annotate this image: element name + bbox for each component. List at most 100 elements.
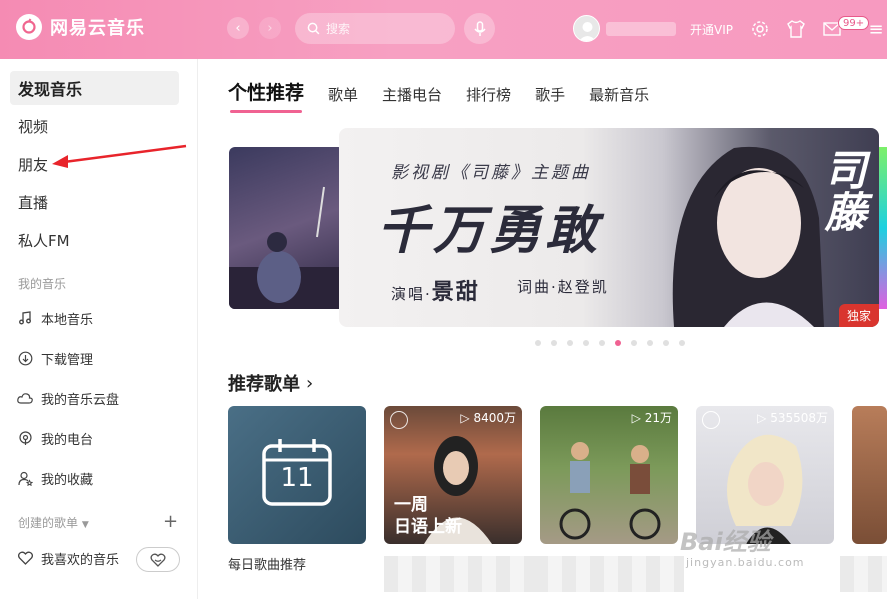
settings-button[interactable] bbox=[749, 18, 771, 40]
cloud-icon bbox=[16, 389, 34, 407]
created-playlists-heading[interactable]: 创建的歌单 ▼ bbox=[18, 514, 89, 531]
playlist-card-japanese[interactable]: ▷ 8400万 一周 日语上新 bbox=[384, 406, 522, 544]
sidebar-item-local-music[interactable]: 本地音乐 bbox=[16, 305, 93, 331]
play-count: ▷ 535508万 bbox=[757, 411, 828, 425]
sidebar-item-label: 我的音乐云盘 bbox=[41, 392, 120, 408]
vip-link[interactable]: 开通VIP bbox=[690, 21, 733, 38]
singer-prefix: 演唱· bbox=[391, 285, 432, 303]
sidebar-item-favorites[interactable]: 我喜欢的音乐 bbox=[16, 545, 119, 571]
heart-mode-icon bbox=[150, 553, 166, 567]
carousel-banner[interactable]: 影视剧《司藤》主题曲 千万勇敢 演唱·景甜 词曲·赵登凯 司藤 独家 bbox=[339, 128, 879, 327]
forward-button[interactable]: › bbox=[259, 17, 281, 39]
radio-icon bbox=[16, 429, 34, 447]
sidebar-item-label: 我喜欢的音乐 bbox=[41, 552, 120, 568]
banner-singer: 演唱·景甜 bbox=[391, 274, 480, 306]
sidebar-item-radio[interactable]: 我的电台 bbox=[16, 425, 93, 451]
sidebar-item-label: 下载管理 bbox=[41, 352, 94, 368]
carousel-dot[interactable] bbox=[631, 340, 637, 346]
heart-icon bbox=[16, 549, 34, 567]
sidebar-item-label: 我的收藏 bbox=[41, 472, 94, 488]
exclusive-badge: 独家 bbox=[838, 304, 879, 327]
tab-new-music[interactable]: 最新音乐 bbox=[589, 84, 649, 105]
my-music-heading: 我的音乐 bbox=[18, 277, 67, 291]
cover-overlay-text: 一周 日语上新 bbox=[394, 495, 462, 537]
playlist-card-3[interactable]: ▷ 21万 bbox=[540, 406, 678, 544]
chevron-right-icon: › bbox=[306, 372, 314, 394]
play-count: ▷ 21万 bbox=[631, 411, 672, 425]
app-logo[interactable]: 网易云音乐 bbox=[16, 14, 145, 40]
search-input[interactable] bbox=[326, 21, 436, 36]
download-icon bbox=[16, 349, 34, 367]
user-avatar[interactable] bbox=[573, 15, 600, 42]
playlist-title[interactable]: 每日歌曲推荐 bbox=[228, 554, 306, 573]
calendar-day: 11 bbox=[280, 463, 314, 493]
singer-name: 景甜 bbox=[431, 279, 480, 305]
tab-artists[interactable]: 歌手 bbox=[535, 84, 565, 105]
search-box[interactable] bbox=[295, 13, 455, 44]
sidebar-item-discover[interactable]: 发现音乐 bbox=[10, 71, 179, 105]
carousel-dot[interactable] bbox=[679, 340, 685, 346]
playlist-title-blurred[interactable] bbox=[840, 556, 887, 592]
microphone-icon bbox=[473, 20, 486, 36]
sidebar-item-label: 我的电台 bbox=[41, 432, 94, 448]
carousel-dot[interactable] bbox=[647, 340, 653, 346]
search-icon bbox=[307, 22, 320, 35]
banner-side-title: 司藤 bbox=[818, 148, 867, 232]
carousel-dots bbox=[535, 340, 695, 346]
carousel-prev-banner[interactable] bbox=[229, 147, 344, 309]
carousel-dot[interactable] bbox=[567, 340, 573, 346]
baidu-watermark-url: jingyan.baidu.com bbox=[686, 556, 805, 569]
app-name: 网易云音乐 bbox=[50, 18, 145, 39]
section-title: 推荐歌单 bbox=[228, 374, 300, 395]
top-bar: 网易云音乐 ‹ › 开通VIP 99+ ≡ bbox=[0, 0, 887, 59]
play-count: ▷ 8400万 bbox=[460, 411, 516, 425]
add-playlist-button[interactable]: + bbox=[163, 511, 178, 532]
tab-charts[interactable]: 排行榜 bbox=[466, 84, 511, 105]
sidebar-item-video[interactable]: 视频 bbox=[10, 109, 179, 143]
skin-button[interactable] bbox=[785, 18, 807, 40]
netease-badge-icon bbox=[390, 411, 408, 429]
tab-recommend[interactable]: 个性推荐 bbox=[228, 78, 304, 113]
banner-credit: 词曲·赵登凯 bbox=[517, 278, 609, 296]
sidebar-item-downloads[interactable]: 下载管理 bbox=[16, 345, 93, 371]
netease-badge-icon bbox=[702, 411, 720, 429]
carousel-dot[interactable] bbox=[535, 340, 541, 346]
created-playlists-label: 创建的歌单 bbox=[18, 516, 79, 530]
username-blurred[interactable] bbox=[606, 22, 676, 36]
banner-subtitle: 影视剧《司藤》主题曲 bbox=[391, 163, 591, 183]
gear-icon bbox=[752, 21, 768, 37]
banner-portrait bbox=[672, 146, 824, 327]
sidebar-item-collection[interactable]: 我的收藏 bbox=[16, 465, 93, 491]
collection-icon bbox=[16, 469, 34, 487]
sidebar-item-fm[interactable]: 私人FM bbox=[10, 223, 179, 257]
music-note-icon bbox=[16, 309, 34, 327]
more-icon: ≡ bbox=[868, 18, 884, 40]
carousel-dot[interactable] bbox=[599, 340, 605, 346]
caret-down-icon: ▼ bbox=[81, 520, 89, 530]
tab-radio[interactable]: 主播电台 bbox=[382, 84, 442, 105]
carousel-dot[interactable] bbox=[551, 340, 557, 346]
annotation-arrow bbox=[52, 144, 187, 168]
banner-title: 千万勇敢 bbox=[377, 200, 602, 261]
sidebar-item-label: 本地音乐 bbox=[41, 312, 94, 328]
recommended-playlists-heading[interactable]: 推荐歌单 › bbox=[228, 370, 313, 396]
carousel-dot[interactable] bbox=[583, 340, 589, 346]
carousel-dot[interactable] bbox=[663, 340, 669, 346]
tshirt-icon bbox=[787, 20, 805, 38]
playlist-card-daily[interactable]: 11 bbox=[228, 406, 366, 544]
sidebar-item-live[interactable]: 直播 bbox=[10, 185, 179, 219]
playlist-title-blurred[interactable] bbox=[384, 556, 534, 592]
back-button[interactable]: ‹ bbox=[227, 17, 249, 39]
tab-playlists[interactable]: 歌单 bbox=[328, 84, 358, 105]
carousel-dot[interactable] bbox=[615, 340, 621, 346]
playlist-cover-image bbox=[559, 442, 661, 540]
playlist-title-blurred[interactable] bbox=[534, 556, 684, 592]
discover-tabs: 个性推荐 歌单 主播电台 排行榜 歌手 最新音乐 bbox=[228, 78, 673, 113]
baidu-watermark: Bai经验 bbox=[680, 528, 771, 556]
sidebar-item-cloud[interactable]: 我的音乐云盘 bbox=[16, 385, 119, 411]
menu-button[interactable]: ≡ bbox=[865, 18, 887, 40]
heart-mode-button[interactable] bbox=[136, 547, 180, 572]
netease-logo-icon bbox=[16, 14, 42, 40]
voice-search-button[interactable] bbox=[464, 13, 495, 44]
playlist-card-5[interactable] bbox=[852, 406, 887, 544]
